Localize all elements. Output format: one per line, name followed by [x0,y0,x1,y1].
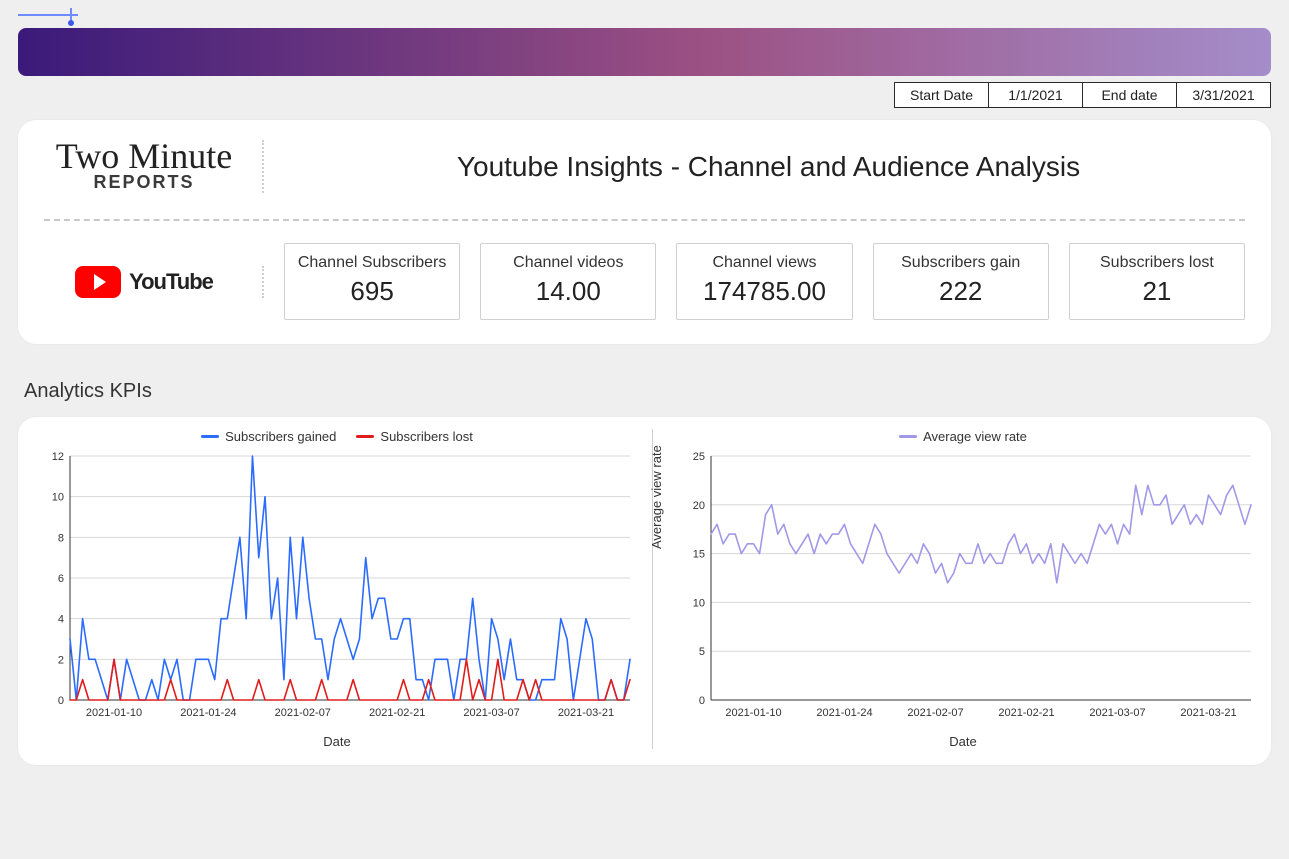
youtube-icon-label: YouTube [129,269,213,295]
metric-label: Channel Subscribers [291,254,453,272]
svg-text:6: 6 [58,573,64,585]
svg-text:2021-02-21: 2021-02-21 [998,707,1054,719]
svg-text:15: 15 [693,549,705,561]
svg-text:0: 0 [58,695,64,707]
metric-label: Channel videos [487,254,649,272]
metric-channel-views: Channel views 174785.00 [676,243,852,320]
legend-swatch-purple [899,435,917,438]
legend-swatch-blue [201,435,219,438]
end-date-label: End date [1082,82,1177,108]
metric-label: Subscribers lost [1076,254,1238,272]
svg-text:4: 4 [58,614,64,626]
metric-label: Subscribers gain [880,254,1042,272]
metric-subscribers-gain: Subscribers gain 222 [873,243,1049,320]
svg-text:12: 12 [52,451,64,463]
svg-text:2021-01-10: 2021-01-10 [86,707,142,719]
legend-label: Subscribers gained [225,429,336,444]
svg-text:2: 2 [58,655,64,667]
metric-value: 21 [1076,276,1238,307]
svg-text:2021-01-10: 2021-01-10 [725,707,781,719]
svg-text:10: 10 [693,598,705,610]
brand-line1: Two Minute [44,140,244,172]
legend-item-lost: Subscribers lost [356,429,472,444]
date-range-row: Start Date 1/1/2021 End date 3/31/2021 [18,82,1271,108]
legend-item-gained: Subscribers gained [201,429,336,444]
metric-value: 222 [880,276,1042,307]
chart-subscribers: Subscribers gained Subscribers lost 0 2 4 6… [32,429,653,749]
chart-view-rate: Average view rate Average view rate 0510… [653,429,1263,749]
svg-text:2021-02-21: 2021-02-21 [369,707,425,719]
svg-text:2021-03-21: 2021-03-21 [1180,707,1236,719]
chart-view-rate-svg[interactable]: 0 5 10 15 20 25 2021-01-10 2021-01-24 2021-02-07… [663,450,1263,730]
charts-card: Subscribers gained Subscribers lost 0 2 4 6… [18,417,1271,765]
legend-swatch-red [356,435,374,438]
metric-value: 174785.00 [683,276,845,307]
x-axis-label: Date [663,734,1263,749]
svg-text:8: 8 [58,533,64,545]
youtube-icon [75,266,121,298]
svg-text:2021-01-24: 2021-01-24 [816,707,872,719]
metric-value: 695 [291,276,453,307]
svg-text:5: 5 [699,647,705,659]
brand-logo: Two Minute REPORTS [44,140,264,193]
svg-text:2021-02-07: 2021-02-07 [275,707,331,719]
legend-item-avg: Average view rate [899,429,1027,444]
svg-text:0: 0 [699,695,705,707]
svg-text:2021-03-21: 2021-03-21 [558,707,614,719]
chart-subscribers-svg[interactable]: 0 2 4 6 8 10 12 2021-01-10 2021-01-24 2021-02-07 2… [32,450,642,730]
svg-text:20: 20 [693,500,705,512]
metric-channel-videos: Channel videos 14.00 [480,243,656,320]
sheet-selection-marker [36,14,1271,20]
metric-value: 14.00 [487,276,649,307]
metric-label: Channel views [683,254,845,272]
section-title-analytics: Analytics KPIs [24,380,1271,403]
svg-text:25: 25 [693,451,705,463]
metric-channel-subscribers: Channel Subscribers 695 [284,243,460,320]
header-card: Two Minute REPORTS Youtube Insights - Ch… [18,120,1271,344]
legend-label: Subscribers lost [380,429,472,444]
y-axis-label: Average view rate [649,446,664,550]
svg-text:2021-02-07: 2021-02-07 [907,707,963,719]
end-date-value[interactable]: 3/31/2021 [1176,82,1271,108]
svg-text:10: 10 [52,492,64,504]
youtube-logo-block: YouTube [44,266,264,298]
x-axis-label: Date [32,734,642,749]
start-date-label: Start Date [894,82,989,108]
legend-label: Average view rate [923,429,1027,444]
metric-subscribers-lost: Subscribers lost 21 [1069,243,1245,320]
svg-text:2021-03-07: 2021-03-07 [1089,707,1145,719]
start-date-value[interactable]: 1/1/2021 [988,82,1083,108]
page-title: Youtube Insights - Channel and Audience … [292,151,1245,183]
gradient-banner [18,28,1271,76]
svg-text:2021-01-24: 2021-01-24 [180,707,236,719]
svg-text:2021-03-07: 2021-03-07 [463,707,519,719]
